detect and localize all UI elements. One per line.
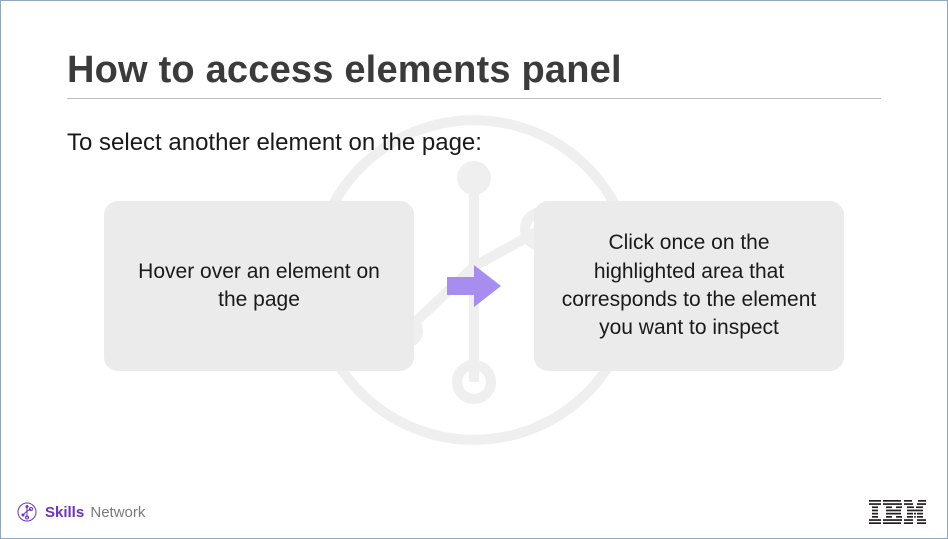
step-flow: Hover over an element on the page Click … <box>67 201 881 371</box>
step-card-1: Hover over an element on the page <box>104 201 414 371</box>
arrow-right-icon <box>442 256 506 316</box>
title-divider <box>67 98 881 99</box>
step-card-1-text: Hover over an element on the page <box>130 258 388 315</box>
network-word: Network <box>90 504 145 521</box>
skills-word: Skills <box>45 504 84 521</box>
skills-network-brand: Skills Network <box>17 502 145 522</box>
step-card-2: Click once on the highlighted area that … <box>534 201 844 371</box>
slide-footer: Skills Network <box>1 500 947 524</box>
slide: How to access elements panel To select a… <box>0 0 948 539</box>
ibm-logo <box>869 500 927 524</box>
step-card-2-text: Click once on the highlighted area that … <box>560 229 818 342</box>
slide-title: How to access elements panel <box>67 49 881 92</box>
slide-subtitle: To select another element on the page: <box>67 129 881 157</box>
skills-network-icon <box>17 502 37 522</box>
